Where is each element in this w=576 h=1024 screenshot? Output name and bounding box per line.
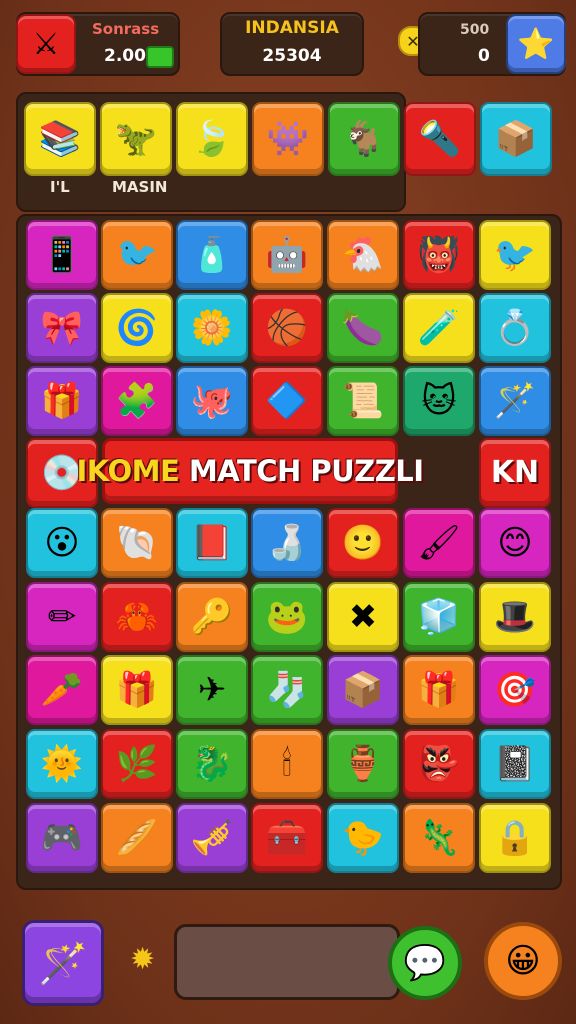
notebook-icon[interactable]: 📓 (479, 729, 551, 799)
phone-icon[interactable]: 📱 (26, 220, 98, 290)
target-icon[interactable]: 🎯 (479, 655, 551, 725)
gift-icon[interactable]: 🎁 (26, 366, 98, 436)
side-tile[interactable]: KN (479, 438, 551, 508)
face-glyph: 😀 (505, 941, 541, 981)
gift-bag-icon[interactable]: 🎁 (101, 655, 173, 725)
swirl-icon[interactable]: 🌀 (101, 293, 173, 363)
chat-glyph: 💬 (403, 943, 447, 983)
leaf-icon: 🍃 (176, 102, 248, 176)
gameboy-icon[interactable]: 🎮 (26, 803, 98, 873)
hud-middle-panel: INDANSIA 25304 (220, 12, 364, 76)
bottle-icon[interactable]: 🍶 (251, 508, 323, 578)
coin-icon (146, 46, 174, 68)
pencil-icon[interactable]: ✏ (26, 582, 98, 652)
crab-icon[interactable]: 🦀 (101, 582, 173, 652)
banner-accent: IKOME (76, 454, 180, 488)
magic-wand-icon[interactable]: 🪄 (22, 920, 104, 1006)
hud-left-label: Sonrass (92, 20, 160, 38)
star-icon[interactable]: ⭐ (506, 14, 566, 74)
creature-icon: 👾 (252, 102, 324, 176)
flower-icon[interactable]: 🌼 (176, 293, 248, 363)
ring-icon[interactable]: 💍 (479, 293, 551, 363)
bread-icon[interactable]: 🥖 (101, 803, 173, 873)
lock-icon[interactable]: 🔒 (479, 803, 551, 873)
gear-icon[interactable]: ✹ (130, 942, 155, 977)
bow-icon[interactable]: 🎀 (26, 293, 98, 363)
face-blue-icon[interactable]: 😮 (26, 508, 98, 578)
potion-icon[interactable]: 🧪 (403, 293, 475, 363)
book-icon[interactable]: 📕 (176, 508, 248, 578)
ball-icon[interactable]: 🏀 (251, 293, 323, 363)
face-icon[interactable]: 😀 (484, 922, 562, 1000)
jar-icon[interactable]: 🧴 (176, 220, 248, 290)
dragon-icon[interactable]: 🐉 (176, 729, 248, 799)
octopus-icon[interactable]: 🐙 (176, 366, 248, 436)
mask-icon[interactable]: 👺 (403, 729, 475, 799)
sword-shield-icon[interactable]: ⚔ (16, 14, 76, 74)
trumpet-icon[interactable]: 🎺 (176, 803, 248, 873)
hud-right-panel: 500 0 ⭐ (418, 12, 566, 76)
title-banner: IKOME MATCH PUZZLI (77, 438, 424, 504)
hud-right-value: 0 (478, 46, 490, 66)
progress-track (174, 924, 400, 1000)
wand-icon[interactable]: 🪄 (479, 366, 551, 436)
vase-icon[interactable]: 🏺 (327, 729, 399, 799)
chicken-icon[interactable]: 🐔 (327, 220, 399, 290)
bird-red-icon[interactable]: 🐦 (479, 220, 551, 290)
books-icon: 📚 (24, 102, 96, 176)
lizard-icon[interactable]: 🦎 (403, 803, 475, 873)
arrows-icon[interactable]: 🔷 (251, 366, 323, 436)
banner-side-text: KN (490, 455, 540, 490)
scroll-icon[interactable]: 📜 (327, 366, 399, 436)
shell-icon[interactable]: 🐚 (101, 508, 173, 578)
cross-icon[interactable]: ✖ (327, 582, 399, 652)
plane-icon[interactable]: ✈ (176, 655, 248, 725)
crate-icon[interactable]: 📦 (327, 655, 399, 725)
key-icon[interactable]: 🔑 (176, 582, 248, 652)
hud-middle-label: INDANSIA (245, 18, 339, 38)
cube-icon[interactable]: 🧊 (403, 582, 475, 652)
torch-icon[interactable]: 🕯 (251, 729, 323, 799)
dinosaur-icon: 🦖 (100, 102, 172, 176)
eggplant-icon[interactable]: 🍆 (327, 293, 399, 363)
leaf-green-icon[interactable]: 🌿 (101, 729, 173, 799)
goal-label-left: I'L (50, 178, 70, 196)
banner-main: MATCH PUZZLI (188, 454, 424, 488)
frog-icon[interactable]: 🐸 (251, 582, 323, 652)
bird-yellow-icon[interactable]: 🐤 (327, 803, 399, 873)
lamp-icon: 🔦 (404, 102, 476, 176)
sock-icon[interactable]: 🧦 (251, 655, 323, 725)
hud-right-label: 500 (460, 22, 490, 38)
bottom-left-glyph: 🪄 (38, 940, 88, 987)
brush-icon[interactable]: 🖌 (403, 508, 475, 578)
robot-icon[interactable]: 🤖 (251, 220, 323, 290)
goat-icon: 🐐 (328, 102, 400, 176)
cat-icon[interactable]: 🐱 (403, 366, 475, 436)
goal-label-right: MASIN (112, 178, 168, 196)
present-icon[interactable]: 🎁 (403, 655, 475, 725)
hat-icon[interactable]: 🎩 (479, 582, 551, 652)
carrot-icon[interactable]: 🥕 (26, 655, 98, 725)
hud-left-panel: ⚔ Sonrass 2.00 (16, 12, 180, 76)
smiley-icon[interactable]: 😊 (479, 508, 551, 578)
chat-bubble-icon[interactable]: 💬 (388, 926, 462, 1000)
sun-icon[interactable]: 🌞 (26, 729, 98, 799)
hud-left-value: 2.00 (104, 46, 146, 66)
puzzle-icon[interactable]: 🧩 (101, 366, 173, 436)
hud-middle-value: 25304 (262, 46, 322, 66)
chest-icon[interactable]: 🧰 (251, 803, 323, 873)
box-icon: 📦 (480, 102, 552, 176)
monster-icon[interactable]: 👹 (403, 220, 475, 290)
face-red-icon[interactable]: 🙂 (327, 508, 399, 578)
banner-title: IKOME MATCH PUZZLI (77, 454, 424, 488)
bird-icon[interactable]: 🐦 (101, 220, 173, 290)
